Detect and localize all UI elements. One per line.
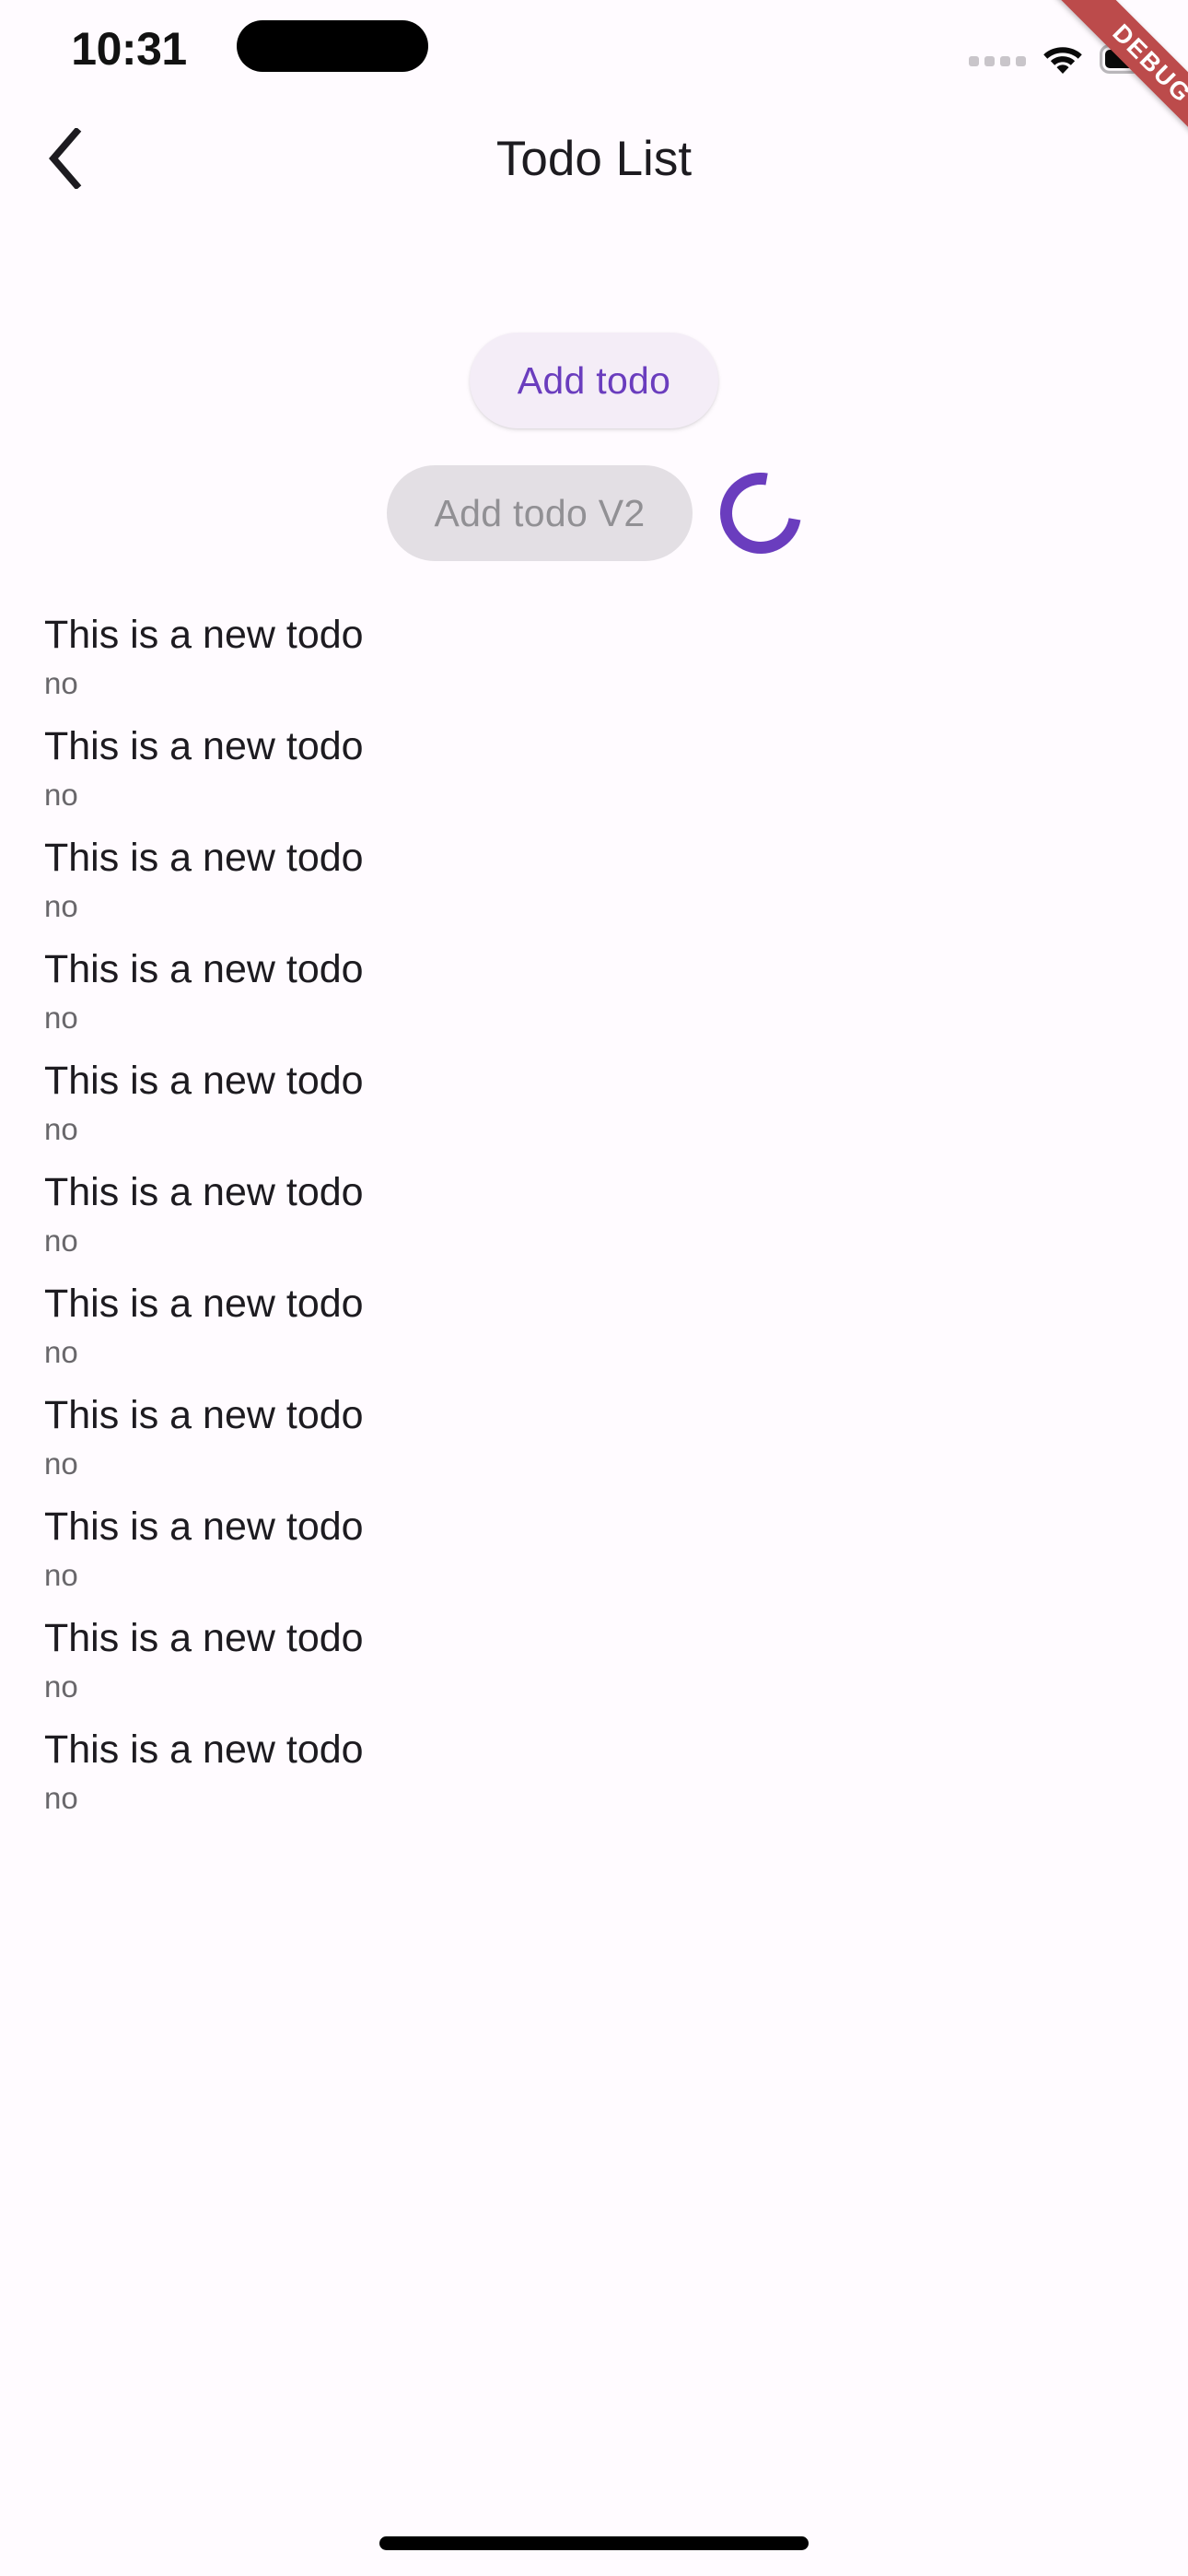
- todo-title: This is a new todo: [44, 1505, 364, 1549]
- todo-subtitle: no: [44, 1001, 78, 1035]
- cellular-dots-icon: [969, 55, 1026, 66]
- add-todo-row: Add todo: [0, 333, 1188, 428]
- todo-list-item[interactable]: This is a new todo no: [0, 1497, 1188, 1609]
- todo-title: This is a new todo: [44, 1059, 364, 1103]
- todo-list-item[interactable]: This is a new todo no: [0, 828, 1188, 940]
- dynamic-island: [237, 20, 428, 72]
- todo-title: This is a new todo: [44, 1393, 364, 1437]
- wifi-icon: [1042, 44, 1083, 74]
- status-bar-time: 10:31: [71, 23, 187, 75]
- todo-title: This is a new todo: [44, 1727, 364, 1772]
- status-bar-indicators: [969, 44, 1147, 74]
- battery-full-icon: [1100, 44, 1147, 74]
- todo-subtitle: no: [44, 889, 78, 923]
- loading-spinner: [705, 456, 818, 570]
- todo-subtitle: no: [44, 778, 78, 812]
- todo-list-item[interactable]: This is a new todo no: [0, 1051, 1188, 1163]
- todo-subtitle: no: [44, 1335, 78, 1369]
- add-todo-v2-row: Add todo V2: [0, 456, 1188, 570]
- todo-subtitle: no: [44, 1112, 78, 1146]
- todo-list-item[interactable]: This is a new todo no: [0, 1386, 1188, 1497]
- todo-subtitle: no: [44, 1558, 78, 1592]
- todo-subtitle: no: [44, 1224, 78, 1258]
- todo-subtitle: no: [44, 1781, 78, 1815]
- status-bar: 10:31: [0, 0, 1188, 101]
- add-todo-button[interactable]: Add todo: [469, 333, 719, 428]
- todo-title: This is a new todo: [44, 1282, 364, 1326]
- page-title: Todo List: [495, 132, 693, 186]
- todo-list-item[interactable]: This is a new todo no: [0, 1609, 1188, 1720]
- todo-list-item[interactable]: This is a new todo no: [0, 1274, 1188, 1386]
- todo-list-item[interactable]: This is a new todo no: [0, 940, 1188, 1051]
- app-bar: Todo List: [0, 101, 1188, 217]
- todo-title: This is a new todo: [44, 836, 364, 880]
- add-todo-v2-button: Add todo V2: [386, 465, 693, 561]
- todo-title: This is a new todo: [44, 947, 364, 991]
- todo-title: This is a new todo: [44, 1170, 364, 1214]
- todo-list-item[interactable]: This is a new todo no: [0, 1720, 1188, 1832]
- todo-subtitle: no: [44, 666, 78, 700]
- todo-list[interactable]: This is a new todo no This is a new todo no…: [0, 605, 1188, 1832]
- todo-list-item[interactable]: This is a new todo no: [0, 605, 1188, 717]
- todo-title: This is a new todo: [44, 724, 364, 768]
- todo-title: This is a new todo: [44, 1616, 364, 1660]
- home-indicator[interactable]: [379, 2536, 809, 2550]
- todo-subtitle: no: [44, 1446, 78, 1481]
- app-screen: 10:31 DEBUG Todo List Add todo Add todo …: [0, 0, 1188, 2576]
- todo-list-item[interactable]: This is a new todo no: [0, 1163, 1188, 1274]
- todo-title: This is a new todo: [44, 613, 364, 657]
- todo-list-item[interactable]: This is a new todo no: [0, 717, 1188, 828]
- todo-subtitle: no: [44, 1669, 78, 1704]
